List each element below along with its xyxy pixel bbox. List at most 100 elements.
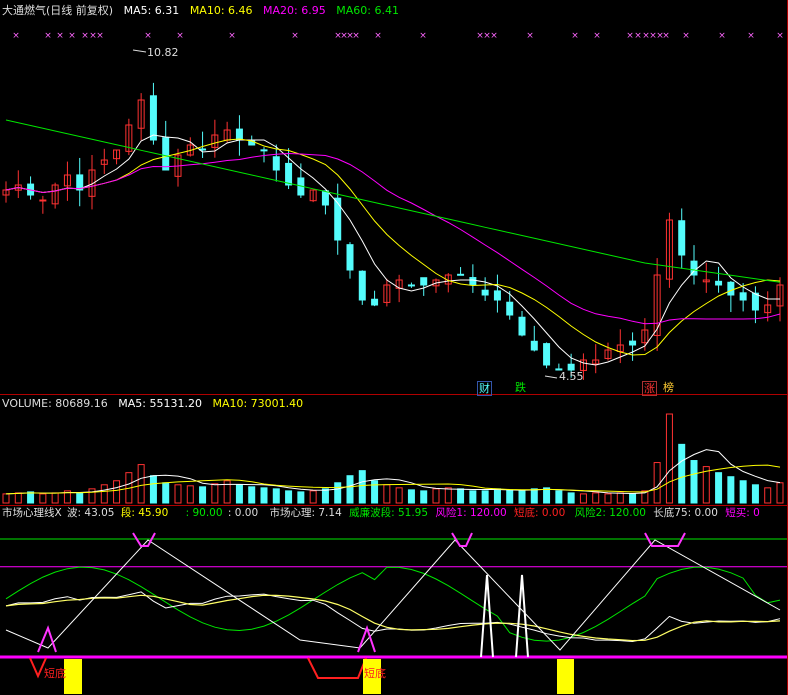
tag-rank: 榜 — [663, 381, 674, 394]
volume-bar — [334, 482, 342, 504]
volume-bar — [2, 493, 10, 504]
volume-bar — [407, 489, 415, 504]
volume-bar — [235, 484, 243, 504]
candle-body — [629, 340, 637, 346]
volume-bar — [358, 470, 366, 504]
ma20-line — [5, 152, 781, 325]
signal-cross: × — [352, 31, 360, 41]
volume-bar — [39, 493, 47, 504]
short-bottom-trace — [307, 657, 367, 679]
wave-line — [5, 594, 781, 642]
signal-cross: × — [490, 31, 498, 41]
candle-body — [739, 292, 747, 301]
signal-cross: × — [56, 31, 64, 41]
volume-bar — [211, 483, 219, 504]
candle-body — [272, 156, 280, 171]
volume-bar — [493, 488, 501, 504]
volume-bar — [149, 475, 157, 504]
candle-body — [346, 244, 354, 271]
volume-bar — [309, 490, 317, 504]
volume-bar — [665, 413, 673, 504]
volume-bar — [543, 487, 551, 504]
signal-cross: × — [68, 31, 76, 41]
volume-bar — [604, 493, 612, 504]
volume-bar — [76, 492, 84, 504]
volume-bar — [751, 484, 759, 504]
signal-cross: × — [419, 31, 427, 41]
short-buy-bar — [557, 659, 574, 694]
candle-body — [39, 199, 47, 202]
candle-body — [321, 190, 329, 206]
candle-body — [149, 95, 157, 141]
volume-bar — [739, 480, 747, 504]
volume-bar — [653, 462, 661, 504]
volume-bar — [518, 490, 526, 504]
volume-bar — [321, 488, 329, 504]
buy-spike — [480, 574, 494, 658]
signal-cross: × — [526, 31, 534, 41]
candle-body — [715, 280, 723, 286]
volume-bar — [297, 491, 305, 504]
volume-bar — [248, 486, 256, 504]
volume-bar — [432, 488, 440, 504]
short-bottom-label-1: 短底 — [44, 667, 66, 680]
candle-body — [371, 298, 379, 306]
volume-bar — [457, 488, 465, 504]
volume-bar — [100, 484, 108, 504]
ma60-line — [5, 119, 781, 283]
volume-bar — [174, 484, 182, 504]
volume-bar — [555, 490, 563, 504]
candle-body — [751, 292, 759, 311]
signal-cross: × — [593, 31, 601, 41]
buy-spike — [515, 574, 529, 658]
volume-bar — [764, 487, 772, 504]
ma10-line — [5, 138, 781, 356]
volume-bar — [616, 492, 624, 504]
low-pointer — [544, 375, 558, 379]
volume-bar — [186, 485, 194, 504]
tag-fall: 跌 — [515, 381, 526, 394]
volume-bar — [51, 492, 59, 504]
candle-body — [457, 273, 465, 276]
volume-bar — [629, 493, 637, 504]
signal-cross: × — [626, 31, 634, 41]
signal-cross: × — [374, 31, 382, 41]
volume-bar — [530, 488, 538, 504]
volume-bar — [776, 482, 784, 504]
signal-cross: × — [44, 31, 52, 41]
signal-cross: × — [776, 31, 784, 41]
signal-cross: × — [634, 31, 642, 41]
volume-bar — [88, 488, 96, 504]
volume-bar — [285, 490, 293, 504]
tag-finance: 财 — [477, 381, 492, 396]
signal-cross: × — [571, 31, 579, 41]
volume-bar — [272, 488, 280, 504]
volume-bar — [137, 464, 145, 504]
candle-body — [543, 343, 551, 366]
signal-cross: × — [12, 31, 20, 41]
candle-body — [481, 289, 489, 296]
candle-body — [727, 281, 735, 296]
candle-body — [334, 197, 342, 241]
williams-band-line — [5, 566, 781, 642]
signal-cross: × — [682, 31, 690, 41]
candle-body — [518, 316, 526, 336]
candle-body — [530, 340, 538, 351]
candle-body — [407, 284, 415, 287]
candle-body — [358, 270, 366, 301]
signal-cross: × — [176, 31, 184, 41]
volume-bar — [567, 492, 575, 504]
volume-bar — [113, 480, 121, 504]
volume-bar — [469, 490, 477, 504]
volume-bar — [481, 490, 489, 504]
volume-bar — [727, 476, 735, 504]
candle-body — [235, 128, 243, 141]
volume-bar — [395, 487, 403, 504]
tag-rise: 涨 — [642, 381, 657, 396]
high-price-label: 10.82 — [147, 46, 179, 59]
candle-body — [285, 162, 293, 186]
signal-cross: × — [96, 31, 104, 41]
candle-body — [420, 277, 428, 286]
signal-cross: × — [718, 31, 726, 41]
volume-bar — [420, 490, 428, 504]
